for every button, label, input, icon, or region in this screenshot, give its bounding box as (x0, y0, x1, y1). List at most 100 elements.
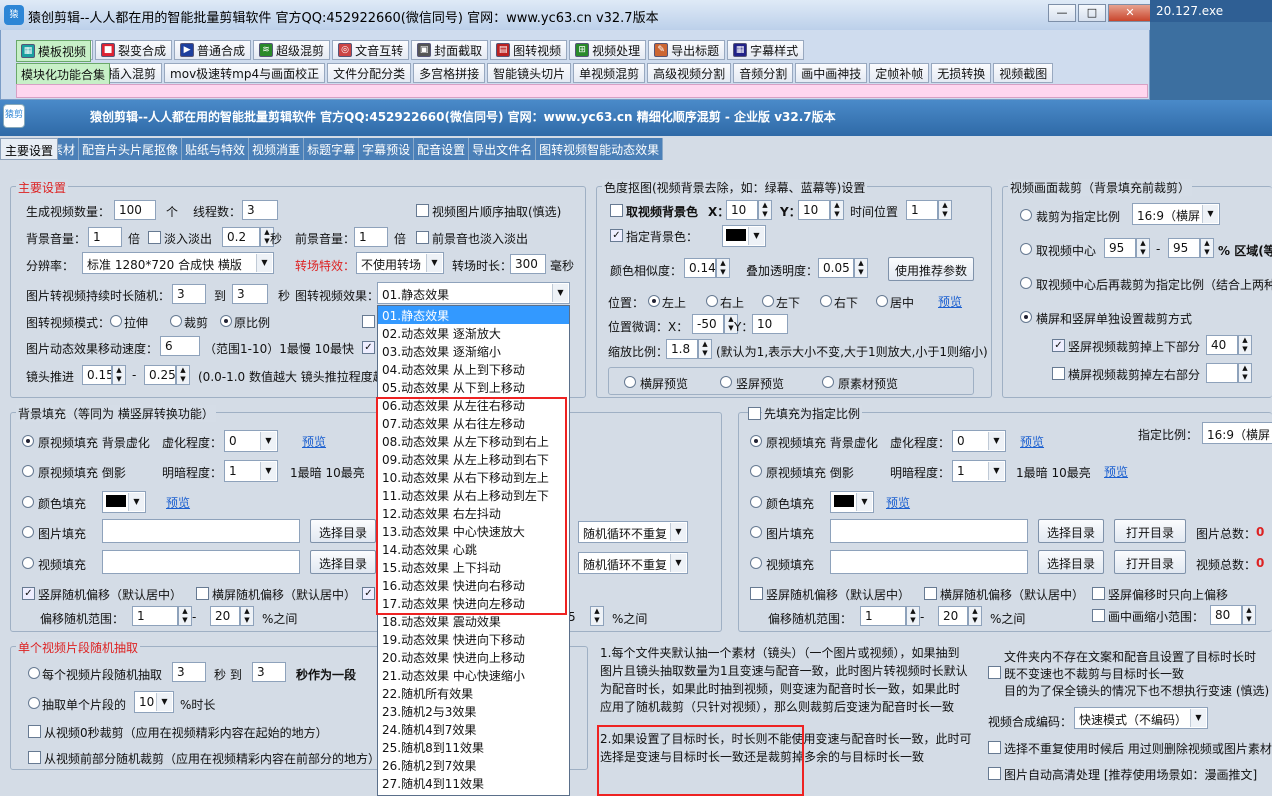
sub-tab-11[interactable]: 定帧补帧 (869, 63, 930, 83)
speed-input[interactable]: 6 (160, 336, 200, 356)
pos-tr-radio[interactable] (706, 295, 718, 307)
effect-option[interactable]: 21.动态效果 中心快速缩小 (378, 666, 569, 684)
fg-offset-to-spinner[interactable]: ▲ ▼ (968, 606, 982, 626)
bg-blur-preview-link[interactable]: 预览 (302, 433, 326, 450)
effect-option[interactable]: 19.动态效果 快进向下移动 (378, 630, 569, 648)
y-spinner[interactable]: ▲ ▼ (830, 200, 844, 220)
offset-to[interactable]: 20 (210, 606, 240, 626)
similarity-input[interactable]: 0.14 (684, 258, 716, 278)
orig-inv-radio[interactable] (22, 465, 34, 477)
top-tab-1[interactable]: ■ 裂变合成 (95, 40, 173, 60)
v-crop-input[interactable]: 40 (1206, 335, 1238, 355)
top-tab-10[interactable]: ▦ 字幕样式 (727, 40, 805, 60)
segment-from[interactable]: 3 (172, 662, 206, 682)
no-speed-checkbox[interactable] (988, 666, 1001, 679)
fade-checkbox[interactable] (148, 231, 161, 244)
crop-center-1-spinner[interactable]: ▲ ▼ (1136, 238, 1150, 258)
fg-img-fill-radio[interactable] (750, 526, 762, 538)
main-tab-3[interactable]: 贴纸与特效 (182, 138, 250, 160)
fg-video-fill-path[interactable] (830, 550, 1028, 574)
video-select-dir-button[interactable]: 选择目录 (310, 550, 376, 574)
crop-ratio-radio[interactable] (1020, 209, 1032, 221)
img-duration-to[interactable]: 3 (232, 284, 268, 304)
fg-video-open-dir-button[interactable]: 打开目录 (1114, 550, 1186, 574)
video-fill-path[interactable] (102, 550, 300, 574)
fg-img-fill-path[interactable] (830, 519, 1028, 543)
pip-checkbox[interactable] (1092, 609, 1105, 622)
crop-center-2[interactable]: 95 (1168, 238, 1200, 258)
img-fill-path[interactable] (102, 519, 300, 543)
top-tab-6[interactable]: ▣ 封面截取 (411, 40, 489, 60)
pos-center-radio[interactable] (876, 295, 888, 307)
take-bg-checkbox[interactable] (610, 204, 623, 217)
threads-input[interactable]: 3 (242, 200, 278, 220)
img-select-dir-button[interactable]: 选择目录 (310, 519, 376, 543)
opacity-spinner[interactable]: ▲ ▼ (854, 258, 868, 278)
fg-fill-color-picker[interactable]: ▼ (830, 491, 874, 513)
gen-count-input[interactable]: 100 (114, 200, 156, 220)
effect-option[interactable]: 03.动态效果 逐渐缩小 (378, 342, 569, 360)
segment-to[interactable]: 3 (252, 662, 286, 682)
fg-orig-inv-radio[interactable] (750, 465, 762, 477)
bg-volume-input[interactable]: 1 (88, 227, 122, 247)
fg-orig-blur-radio[interactable] (750, 435, 762, 447)
fg-blur-preview-link[interactable]: 预览 (1020, 433, 1044, 450)
hidden-checkbox-1[interactable] (362, 315, 375, 328)
fg-img-open-dir-button[interactable]: 打开目录 (1114, 519, 1186, 543)
fg-video-select-dir-button[interactable]: 选择目录 (1038, 550, 1104, 574)
orig-blur-radio[interactable] (22, 435, 34, 447)
mode-stretch-radio[interactable] (110, 315, 122, 327)
preview-orig-radio[interactable] (822, 376, 834, 388)
sub-tab-12[interactable]: 无损转换 (931, 63, 992, 83)
crop-ratio-select[interactable]: 16:9（横屏 ▼ (1132, 203, 1220, 225)
offset-from-spinner[interactable]: ▲ ▼ (178, 606, 192, 626)
img-loop-select[interactable]: 随机循环不重复 ▼ (578, 521, 688, 543)
crop-center-ratio-radio[interactable] (1020, 277, 1032, 289)
main-tab-4[interactable]: 视频消重 (249, 138, 305, 160)
h-rand-checkbox[interactable] (196, 587, 209, 600)
main-tab-5[interactable]: 标题字幕 (304, 138, 360, 160)
pos-bl-radio[interactable] (762, 295, 774, 307)
effect-option[interactable]: 23.随机2与3效果 (378, 702, 569, 720)
fg-v-rand-checkbox[interactable] (750, 587, 763, 600)
img-duration-from[interactable]: 3 (172, 284, 206, 304)
effect-option[interactable]: 22.随机所有效果 (378, 684, 569, 702)
crop-separate-radio[interactable] (1020, 311, 1032, 323)
each-segment-radio[interactable] (28, 667, 40, 679)
v-only-checkbox[interactable] (1092, 587, 1105, 600)
sub-tab-7[interactable]: 单视频混剪 (573, 63, 646, 83)
fg-color-fill-radio[interactable] (750, 496, 762, 508)
crop-center-1[interactable]: 95 (1104, 238, 1136, 258)
preview-v-radio[interactable] (720, 376, 732, 388)
fg-blur-select[interactable]: 0 ▼ (952, 430, 1006, 452)
main-tab-1[interactable]: 主要设置 (0, 138, 59, 160)
top-tab-3[interactable]: ▦ 模板视频 (16, 40, 92, 62)
recommend-params-button[interactable]: 使用推荐参数 (888, 257, 974, 281)
main-tab-9[interactable]: 图转视频智能动态效果 (536, 138, 664, 160)
sub-tab-8[interactable]: 高级视频分割 (647, 63, 732, 83)
scale-input[interactable]: 1.8 (666, 339, 698, 359)
offset2-spinner[interactable]: ▲ ▼ (590, 606, 604, 626)
assign-bg-checkbox[interactable]: ✓ (610, 229, 623, 242)
main-tab-6[interactable]: 字幕预设 (359, 138, 415, 160)
main-tab-2[interactable]: 配音片头片尾抠像 (79, 138, 183, 160)
fine-y-input[interactable]: 10 (752, 314, 788, 334)
top-tab-5[interactable]: ◎ 文音互转 (332, 40, 410, 60)
effect-option[interactable]: 01.静态效果 (378, 306, 569, 324)
sub-tab-4[interactable]: 文件分配分类 (327, 63, 412, 83)
crop-center-2-spinner[interactable]: ▲ ▼ (1200, 238, 1214, 258)
push-from-spinner[interactable]: ▲ ▼ (112, 365, 126, 385)
fg-offset-from-spinner[interactable]: ▲ ▼ (906, 606, 920, 626)
single-segment-select[interactable]: 10 ▼ (134, 691, 174, 713)
hidden-checkbox-3[interactable]: ✓ (362, 587, 375, 600)
sub-tab-6[interactable]: 智能镜头切片 (487, 63, 572, 83)
sub-tab-13[interactable]: 视频截图 (993, 63, 1054, 83)
effect-option[interactable]: 04.动态效果 从上到下移动 (378, 360, 569, 378)
push-to-spinner[interactable]: ▲ ▼ (176, 365, 190, 385)
y-input[interactable]: 10 (798, 200, 830, 220)
crop-center-radio[interactable] (1020, 243, 1032, 255)
pos-br-radio[interactable] (820, 295, 832, 307)
sub-tab-10[interactable]: 画中画神技 (795, 63, 868, 83)
fg-img-select-dir-button[interactable]: 选择目录 (1038, 519, 1104, 543)
video-loop-select[interactable]: 随机循环不重复 ▼ (578, 552, 688, 574)
